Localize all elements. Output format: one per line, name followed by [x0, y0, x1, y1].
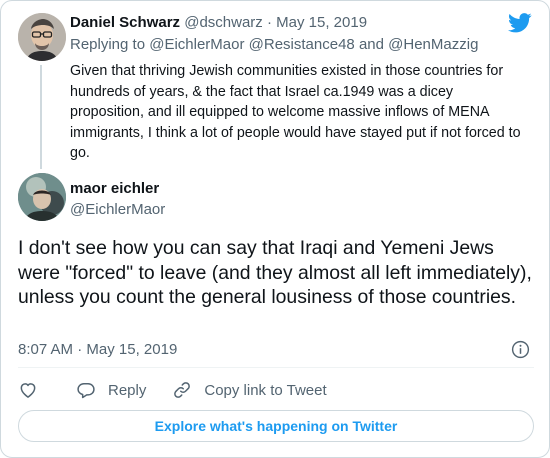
link-icon	[174, 382, 191, 398]
speech-bubble-icon	[77, 383, 95, 399]
parent-author-handle[interactable]: @dschwarz	[184, 14, 263, 31]
main-author-name[interactable]: maor eichler	[70, 179, 159, 198]
main-author-handle[interactable]: @EichlerMaor	[70, 200, 165, 219]
parent-tweet-body: Daniel Schwarz @dschwarz · May 15, 2019 …	[70, 13, 530, 164]
copy-link-button[interactable]: Copy link to Tweet	[172, 380, 327, 400]
replying-to-prefix: Replying to	[70, 36, 146, 53]
reply-label[interactable]: Reply	[108, 382, 146, 399]
tweet-time[interactable]: 8:07 AM	[18, 341, 73, 358]
main-avatar[interactable]	[18, 173, 66, 221]
copy-link-label[interactable]: Copy link to Tweet	[204, 382, 326, 399]
divider	[18, 367, 534, 368]
parent-tweet-text: Given that thriving Jewish communities e…	[70, 63, 521, 161]
replying-to-line: Replying to @EichlerMaor @Resistance48 a…	[70, 35, 530, 55]
avatar-photo	[18, 173, 66, 221]
heart-icon	[20, 383, 36, 398]
replying-to-mention[interactable]: @EichlerMaor	[149, 36, 244, 53]
main-tweet-text: I don't see how you can say that Iraqi a…	[18, 237, 532, 308]
avatar-photo	[18, 13, 66, 61]
parent-avatar[interactable]	[18, 13, 66, 61]
explore-twitter-button[interactable]: Explore what's happening on Twitter	[18, 410, 534, 442]
tweet-timestamp[interactable]: 8:07 AM · May 15, 2019	[18, 340, 177, 359]
parent-header: Daniel Schwarz @dschwarz · May 15, 2019	[70, 13, 530, 33]
info-icon[interactable]	[511, 340, 530, 359]
parent-author-name[interactable]: Daniel Schwarz	[70, 14, 180, 31]
replying-to-mention[interactable]: @Resistance48	[249, 36, 355, 53]
tweet-date[interactable]: May 15, 2019	[86, 341, 177, 358]
reply-button[interactable]: Reply	[76, 380, 146, 400]
parent-date[interactable]: May 15, 2019	[276, 14, 367, 31]
replying-to-mention[interactable]: @HenMazzig	[388, 36, 478, 53]
replying-to-joiner: and	[358, 36, 384, 53]
timestamp-separator: ·	[77, 341, 83, 358]
tweet-embed-card: Daniel Schwarz @dschwarz · May 15, 2019 …	[0, 0, 550, 458]
like-button[interactable]	[18, 380, 50, 400]
thread-connector-line	[40, 65, 42, 169]
action-bar: Reply Copy link to Tweet	[18, 379, 353, 401]
parent-meta-separator: ·	[266, 14, 272, 31]
